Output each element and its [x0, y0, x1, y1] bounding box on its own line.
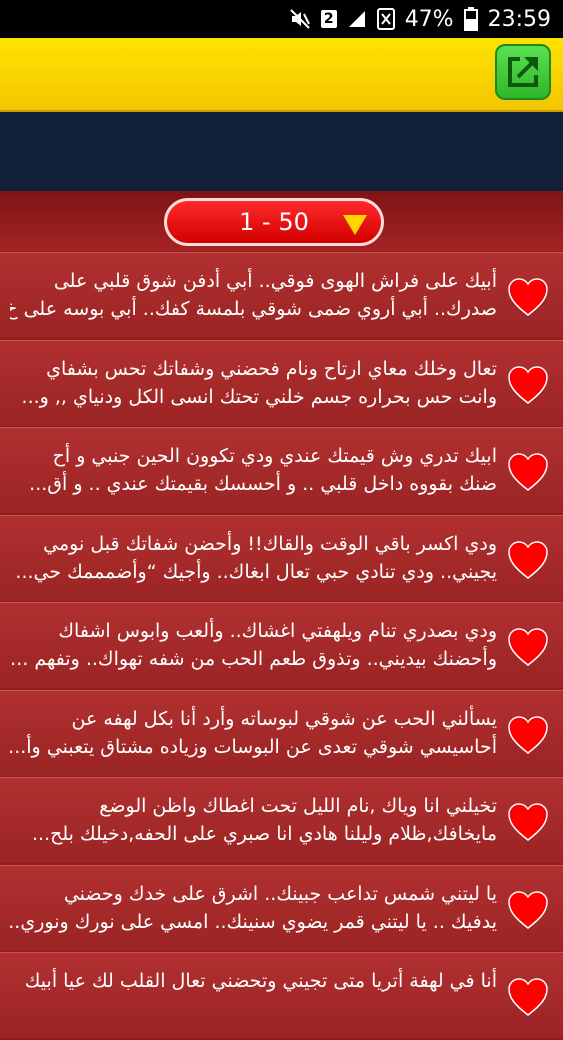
dropdown-triangle-icon	[343, 215, 367, 235]
heart-icon	[508, 890, 548, 929]
message-text: يا ليتني شمس تداعب جبينك.. اشرق على خدك …	[63, 882, 497, 905]
message-text: ودي بصدري تنام ويلهفتي اغشاك.. وألعب واب…	[58, 620, 497, 642]
heart-icon	[508, 628, 548, 666]
heart-icon	[508, 453, 548, 491]
list-item[interactable]: ابيك تدري وش قيمتك عندي ودي تكوون الحين …	[0, 427, 563, 513]
share-button[interactable]	[495, 44, 551, 100]
message-text: يدفيك .. يا ليتني قمر يضوي سنينك.. امسي …	[10, 910, 497, 933]
message-text: صدرك.. أبي أروي ضمى شوقي بلمسة كفك.. أبي…	[10, 298, 497, 320]
list-item[interactable]: أبيك على فراش الهوى فوقي.. أبي أدفن شوق …	[0, 252, 563, 338]
message-text: يجيني.. ودي تنادي حبي تعال ابغاك.. وأجيك…	[15, 560, 497, 583]
battery-icon	[463, 7, 478, 31]
battery-percent: 47%	[404, 6, 454, 32]
list-item[interactable]: ودي اكسر باقي الوقت والقاك!! وأحضن شفاتك…	[0, 514, 563, 601]
message-text: تخيلني انا وياك ,نام الليل تحت اغطاك واظ…	[99, 795, 497, 817]
message-text: أبيك على فراش الهوى فوقي.. أبي أدفن شوق …	[53, 270, 497, 292]
list-item[interactable]: ودي بصدري تنام ويلهفتي اغشاك.. وألعب واب…	[0, 602, 563, 688]
open-external-icon	[508, 57, 538, 87]
sim-2-icon: 2	[320, 10, 337, 28]
message-text: وانت حس بحراره جسم خلني تحتك انسى الكل و…	[21, 385, 497, 408]
message-text: ضنك بقووه داخل قلبي .. و أحسسك بقيمتك عن…	[29, 473, 497, 495]
heart-icon	[508, 278, 548, 316]
page-range-selector[interactable]: 1 - 50	[164, 198, 384, 246]
toolbar	[0, 38, 563, 112]
status-bar: 2 47% 23:59	[0, 0, 563, 38]
message-text: يسألني الحب عن شوقي لبوساته وأرد أنا بكل…	[71, 707, 497, 730]
clock: 23:59	[487, 6, 551, 32]
message-text: وأحضنك بيديني.. وتذوق طعم الحب من شفه ته…	[10, 648, 497, 670]
message-text: أحاسيسي شوقي تعدى عن البوسات وزياده مشتا…	[10, 735, 497, 758]
heart-icon	[508, 365, 548, 404]
list-item[interactable]: يا ليتني شمس تداعب جبينك.. اشرق على خدك …	[0, 864, 563, 951]
heart-icon	[508, 540, 548, 579]
signal-icon	[347, 9, 367, 29]
list-item[interactable]: تعال وخلك معاي ارتاح ونام فحضني وشفاتك ت…	[0, 339, 563, 426]
mute-icon	[289, 8, 311, 30]
list-item[interactable]: أنا في لهفة أتريا متى تجيني وتحضني تعال …	[0, 952, 563, 1038]
list-item[interactable]: يسألني الحب عن شوقي لبوساته وأرد أنا بكل…	[0, 689, 563, 776]
no-sim-icon	[376, 8, 395, 30]
list-item[interactable]: تخيلني انا وياك ,نام الليل تحت اغطاك واظ…	[0, 777, 563, 863]
message-text: ودي اكسر باقي الوقت والقاك!! وأحضن شفاتك…	[43, 532, 497, 555]
heart-icon	[508, 715, 548, 754]
message-text: ابيك تدري وش قيمتك عندي ودي تكوون الحين …	[52, 445, 497, 467]
messages-list: أبيك على فراش الهوى فوقي.. أبي أدفن شوق …	[0, 252, 563, 1040]
banner-area	[0, 112, 563, 191]
page-range-label: 1 - 50	[239, 208, 309, 236]
heart-icon	[508, 803, 548, 841]
message-text: أنا في لهفة أتريا متى تجيني وتحضني تعال …	[24, 970, 497, 992]
message-text: تعال وخلك معاي ارتاح ونام فحضني وشفاتك ت…	[46, 357, 497, 380]
heart-icon	[508, 978, 548, 1016]
message-text: مايخافك,ظلام وليلنا هادي انا صبري على ال…	[31, 823, 497, 845]
